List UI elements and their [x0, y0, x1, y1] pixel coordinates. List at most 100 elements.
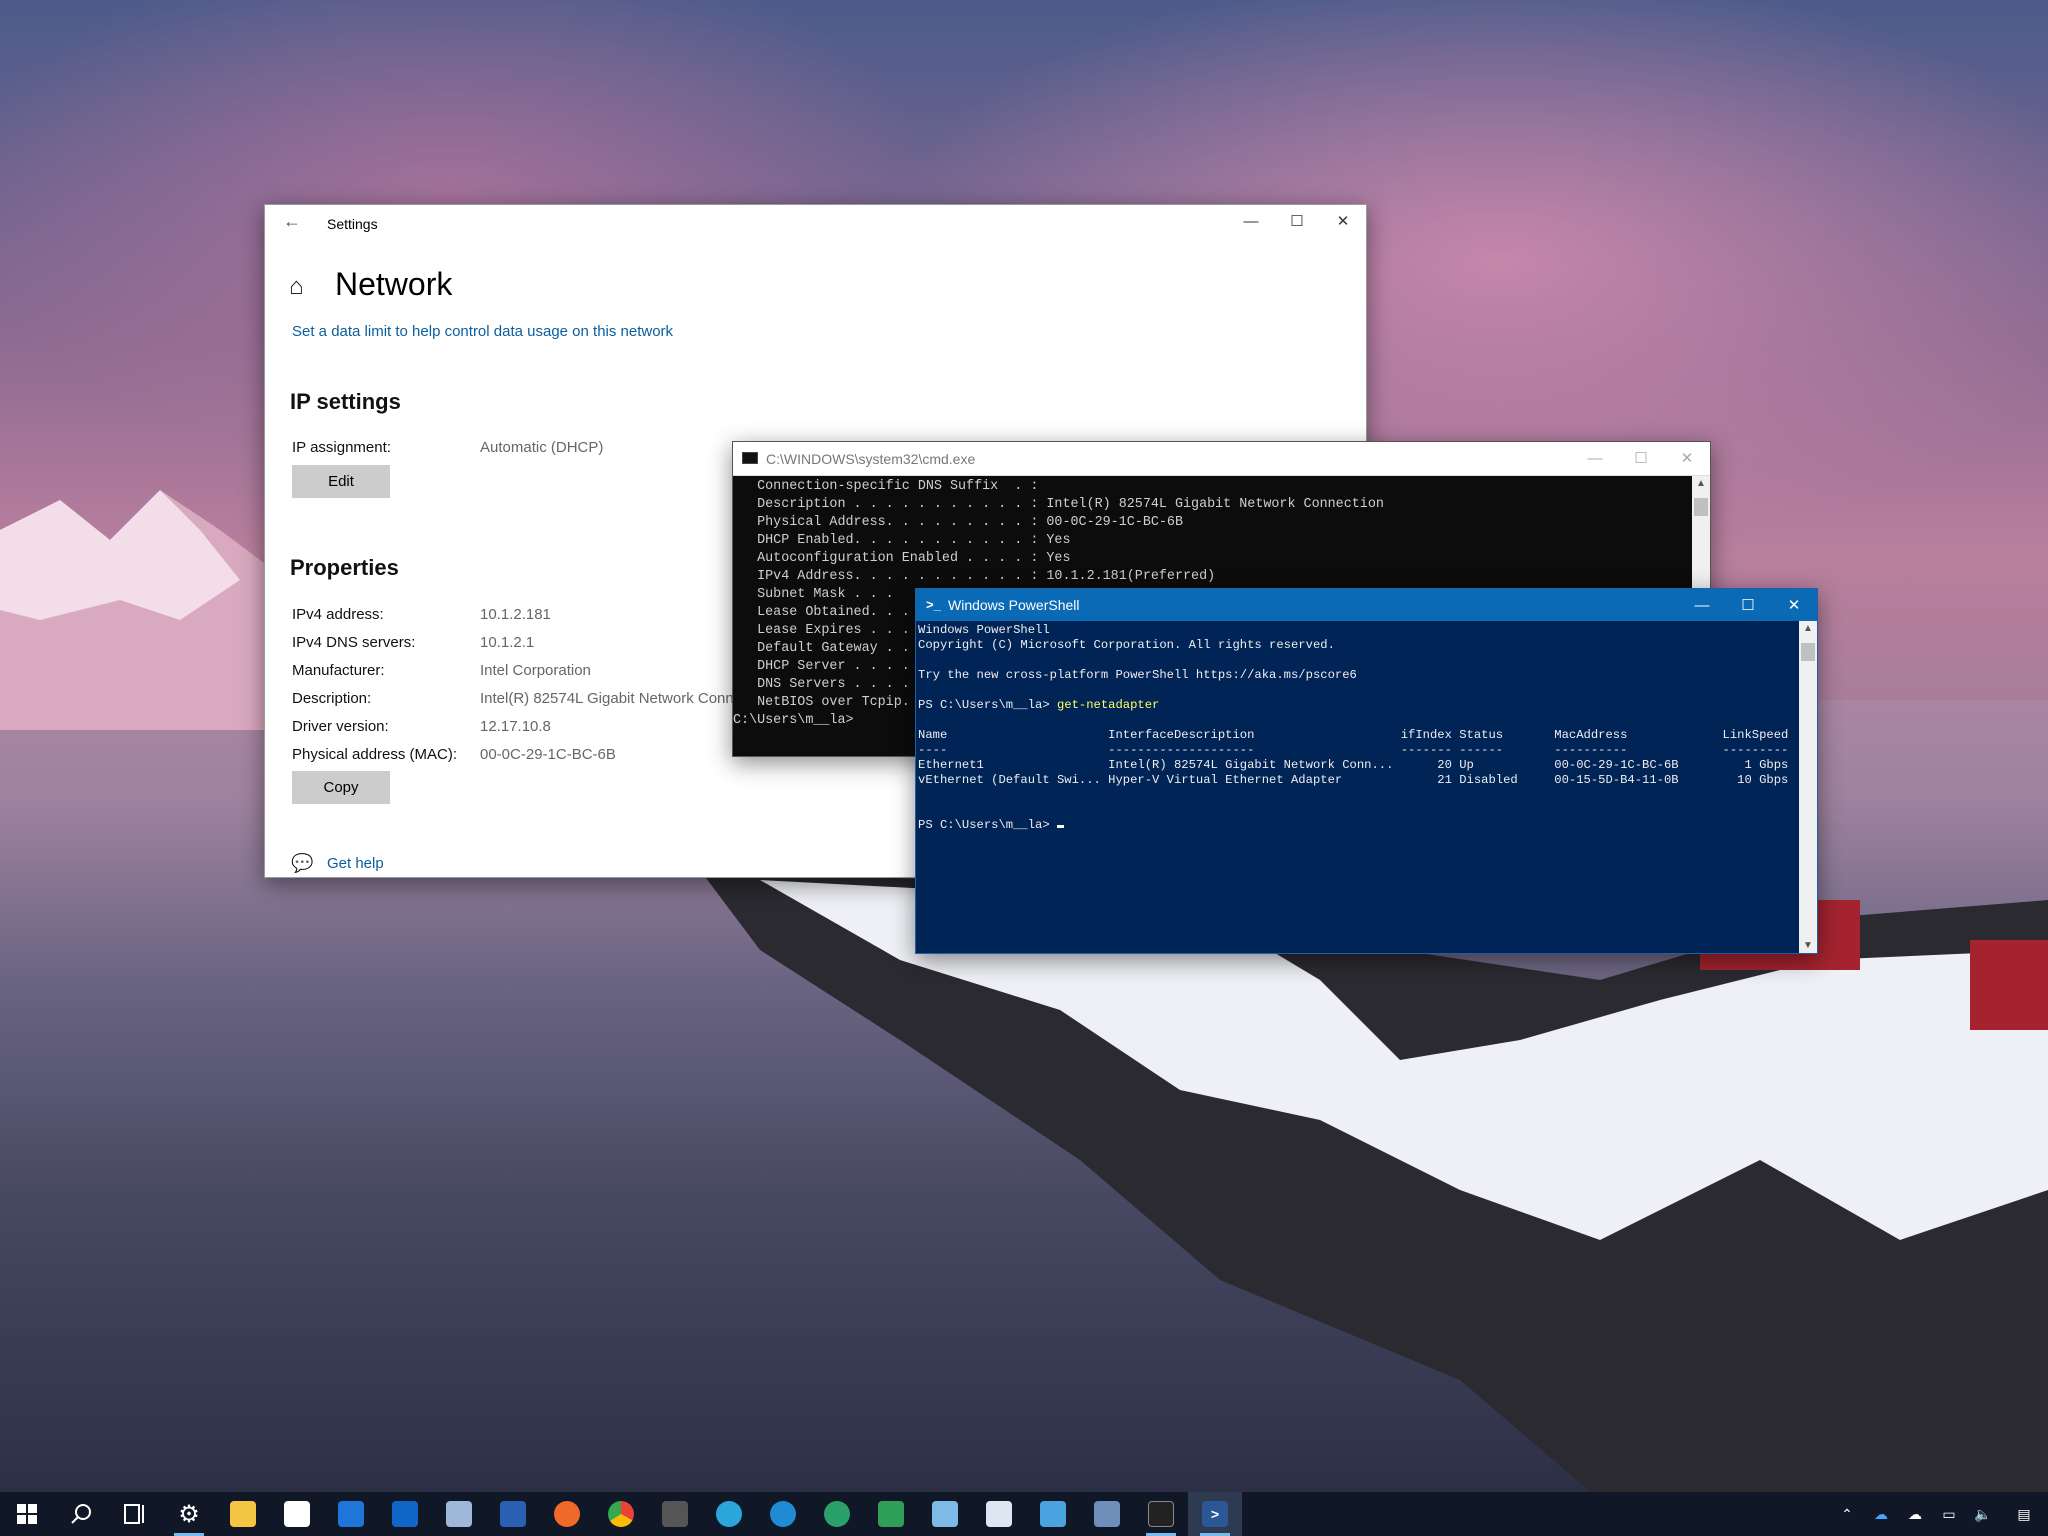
property-value: Intel Corporation [480, 662, 591, 679]
taskbar-app-chrome[interactable] [594, 1492, 648, 1536]
close-button[interactable]: ✕ [1320, 205, 1366, 237]
snowy-rocks [700, 870, 2048, 1500]
scrollbar-thumb[interactable] [1694, 498, 1708, 516]
cmd-title-bar[interactable]: C:\WINDOWS\system32\cmd.exe — ☐ ✕ [733, 442, 1710, 476]
taskbar-app-firefox[interactable] [540, 1492, 594, 1536]
taskbar-app-powershell[interactable]: > [1188, 1492, 1242, 1536]
scroll-up-arrow-icon[interactable]: ▲ [1696, 478, 1706, 489]
close-button[interactable]: ✕ [1771, 589, 1817, 621]
taskbar-app-cmd[interactable] [1134, 1492, 1188, 1536]
settings-window-controls: — ☐ ✕ [1228, 205, 1366, 237]
powershell-window: >_ Windows PowerShell — ☐ ✕ Windows Powe… [915, 588, 1818, 954]
powershell-title-bar[interactable]: >_ Windows PowerShell — ☐ ✕ [916, 589, 1817, 621]
maximize-button[interactable]: ☐ [1274, 205, 1320, 237]
table-header-separator: ---- -------------------- ------- ------… [918, 743, 1789, 757]
taskbar-app-edge-beta[interactable] [756, 1492, 810, 1536]
console-line: DHCP Enabled. . . . . . . . . . . : Yes [733, 533, 1071, 548]
taskbar-app-edge[interactable] [702, 1492, 756, 1536]
minimize-button[interactable]: — [1572, 442, 1618, 474]
taskbar-app-edge-canary[interactable] [810, 1492, 864, 1536]
taskbar-app-outlook[interactable] [378, 1492, 432, 1536]
powershell-console-output[interactable]: Windows PowerShell Copyright (C) Microsof… [918, 623, 1798, 953]
ip-settings-heading: IP settings [290, 389, 401, 414]
taskbar-app-sticky[interactable] [864, 1492, 918, 1536]
cloud-icon[interactable]: ☁ [1898, 1506, 1932, 1523]
taskbar-app-control-panel[interactable] [1026, 1492, 1080, 1536]
edge-beta-icon [770, 1501, 796, 1527]
property-label: IPv4 DNS servers: [292, 634, 416, 651]
ip-assignment-value: Automatic (DHCP) [480, 439, 604, 456]
notifications-icon[interactable]: ▤ [2000, 1506, 2048, 1523]
property-label: Driver version: [292, 718, 389, 735]
scroll-down-arrow-icon[interactable]: ▼ [1803, 940, 1813, 951]
property-label: Physical address (MAC): [292, 746, 458, 763]
minimize-button[interactable]: — [1679, 589, 1725, 621]
volume-icon[interactable]: 🔈 [1966, 1506, 2000, 1523]
taskbar-app-mail[interactable] [324, 1492, 378, 1536]
console-command-line: PS C:\Users\m__la> get-netadapter [918, 698, 1798, 713]
taskbar-app-photo-editor[interactable] [432, 1492, 486, 1536]
data-limit-link[interactable]: Set a data limit to help control data us… [292, 323, 673, 340]
home-icon[interactable]: ⌂ [289, 273, 304, 301]
table-header-row: Name InterfaceDescription ifIndex Status… [918, 728, 1789, 742]
taskbar-app-terminal[interactable] [648, 1492, 702, 1536]
close-button[interactable]: ✕ [1664, 442, 1710, 474]
taskbar-app-photos[interactable] [972, 1492, 1026, 1536]
console-line: Autoconfiguration Enabled . . . . : Yes [733, 551, 1071, 566]
network-icon[interactable]: ▭ [1932, 1506, 1966, 1523]
control-panel-icon [1040, 1501, 1066, 1527]
property-value: 10.1.2.1 [480, 634, 535, 651]
taskbar-app-store[interactable] [270, 1492, 324, 1536]
maximize-button[interactable]: ☐ [1618, 442, 1664, 474]
search-button[interactable] [54, 1492, 108, 1536]
edge-canary-icon [824, 1501, 850, 1527]
firefox-icon [554, 1501, 580, 1527]
minimize-button[interactable]: — [1228, 205, 1274, 237]
photos-icon [986, 1501, 1012, 1527]
back-arrow-icon[interactable]: ← [283, 211, 301, 232]
powershell-icon: > [1202, 1501, 1228, 1527]
page-title: Network [335, 266, 453, 302]
console-line: Try the new cross-platform PowerShell ht… [918, 668, 1357, 682]
sticky-app-icon [878, 1501, 904, 1527]
store-icon [284, 1501, 310, 1527]
start-button[interactable] [0, 1492, 54, 1536]
taskbar: ⚙ > ⌃ ☁ ☁ ▭ 🔈 ▤ [0, 1492, 2048, 1536]
taskbar-app-notepad[interactable] [918, 1492, 972, 1536]
scroll-up-arrow-icon[interactable]: ▲ [1803, 623, 1813, 634]
powershell-window-icon: >_ [926, 597, 941, 612]
properties-heading: Properties [290, 555, 399, 580]
taskbar-app-word[interactable] [486, 1492, 540, 1536]
settings-window-title: Settings [327, 216, 378, 232]
scrollbar-thumb[interactable] [1801, 643, 1815, 661]
powershell-window-title: Windows PowerShell [948, 597, 1080, 613]
task-view-icon [124, 1504, 144, 1524]
property-label: Manufacturer: [292, 662, 385, 679]
search-icon [71, 1504, 91, 1524]
system-tray: ⌃ ☁ ☁ ▭ 🔈 ▤ [1830, 1492, 2048, 1536]
ip-assignment-label: IP assignment: [292, 439, 391, 456]
table-row: vEthernet (Default Swi... Hyper-V Virtua… [918, 773, 1789, 787]
onedrive-icon[interactable]: ☁ [1864, 1506, 1898, 1523]
edit-button[interactable]: Edit [292, 465, 390, 498]
get-help-link[interactable]: Get help [327, 855, 384, 872]
taskbar-app-remote-desktop[interactable] [1080, 1492, 1134, 1536]
chevron-up-icon[interactable]: ⌃ [1830, 1506, 1864, 1523]
chrome-icon [608, 1501, 634, 1527]
maximize-button[interactable]: ☐ [1725, 589, 1771, 621]
task-view-button[interactable] [108, 1492, 162, 1536]
property-value: Intel(R) 82574L Gigabit Network Conn [480, 690, 734, 707]
console-prompt: PS C:\Users\m__la> [918, 818, 1057, 832]
property-label: IPv4 address: [292, 606, 384, 623]
powershell-scrollbar[interactable]: ▲ ▼ [1799, 621, 1817, 953]
photos-editor-icon [446, 1501, 472, 1527]
edge-icon [716, 1501, 742, 1527]
copy-button[interactable]: Copy [292, 771, 390, 804]
settings-icon: ⚙ [178, 1500, 200, 1528]
taskbar-app-file-explorer[interactable] [216, 1492, 270, 1536]
property-value: 12.17.10.8 [480, 718, 551, 735]
windows-logo-icon [17, 1504, 37, 1524]
taskbar-app-settings[interactable]: ⚙ [162, 1492, 216, 1536]
